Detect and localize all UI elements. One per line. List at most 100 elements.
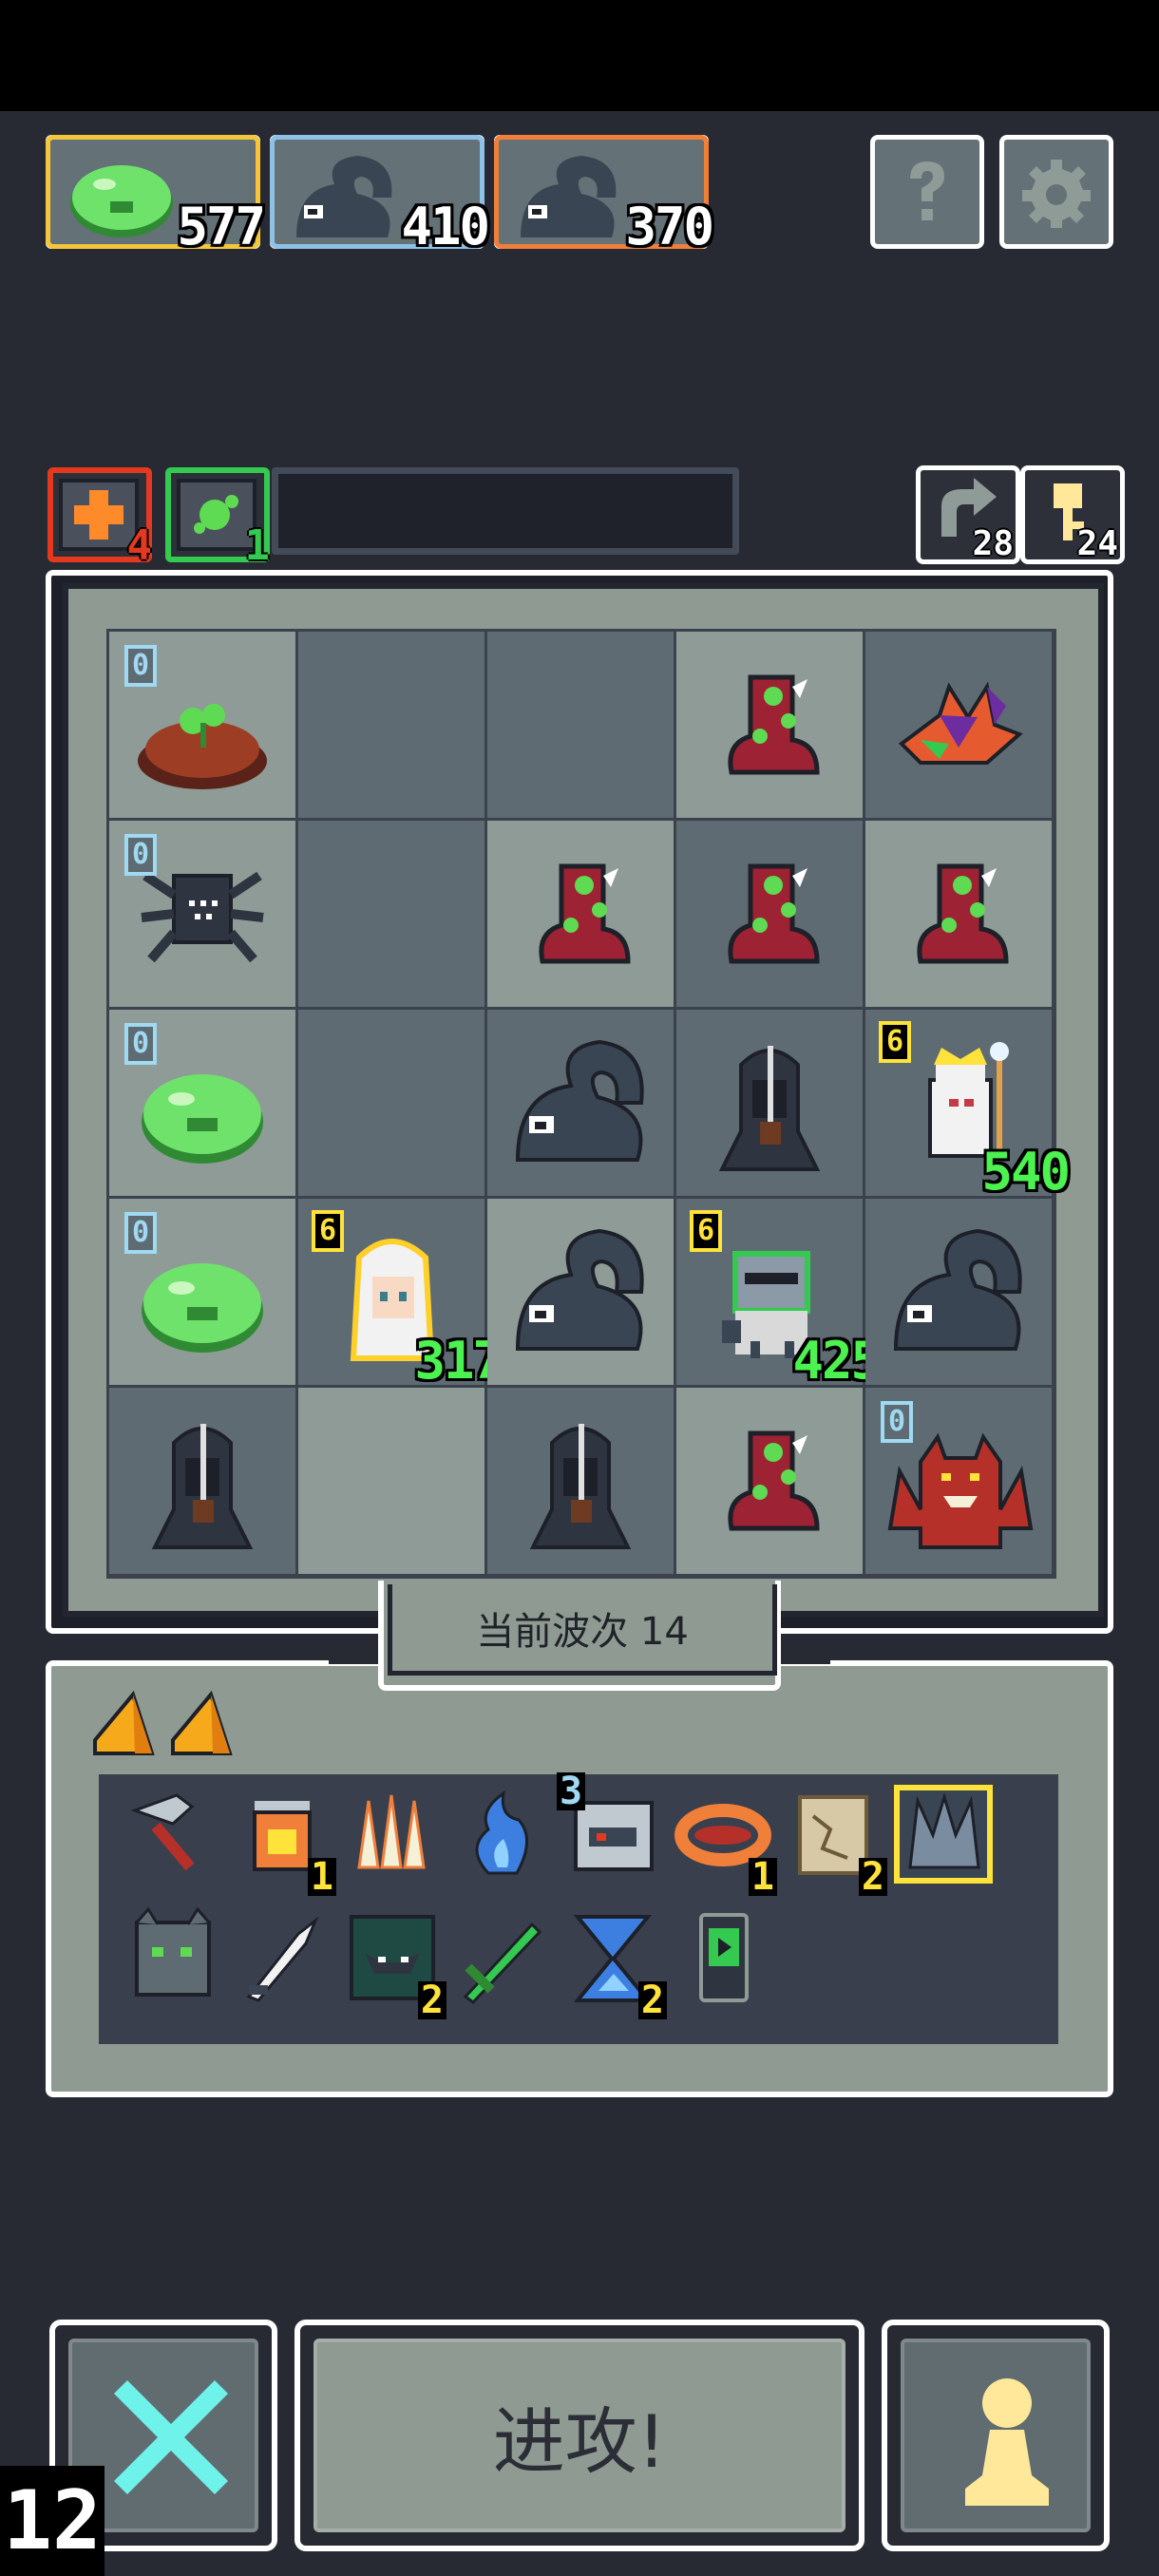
- item-quantity: 1: [307, 1858, 336, 1896]
- inventory-tab-area: [63, 1676, 334, 1778]
- close-icon: [114, 2380, 228, 2494]
- enemy-hp: 577: [177, 197, 266, 256]
- hammer-icon: [130, 1793, 195, 1871]
- board-grid: 0 0 0 6 540 0 6 317 6 425 0: [106, 629, 1071, 1579]
- inventory-item[interactable]: [891, 1782, 996, 1886]
- red-boot-icon: [728, 674, 820, 775]
- claws-icon: [357, 1794, 426, 1869]
- wave-label-overlay: 当前波次 14: [388, 1584, 777, 1676]
- board-cell[interactable]: 0: [109, 821, 295, 1007]
- attack-button[interactable]: 进攻!: [294, 2320, 864, 2551]
- hooded-worm-icon: [515, 1039, 644, 1162]
- attack-button-face: 进攻!: [314, 2339, 846, 2532]
- inventory-item[interactable]: [450, 1905, 555, 2010]
- reroll-count: 28: [972, 524, 1014, 563]
- dark-knight-icon: [529, 1424, 632, 1549]
- board-cell[interactable]: [676, 1388, 863, 1574]
- board-cell[interactable]: 6 540: [865, 1010, 1071, 1202]
- cheese-wedge-icon[interactable]: [167, 1687, 236, 1759]
- buff-mutation[interactable]: 1: [165, 467, 270, 570]
- settings-button[interactable]: [999, 135, 1113, 249]
- dagger-icon: [246, 1916, 319, 2002]
- inventory-item-list: 1 3 1 2 2 2: [99, 1772, 1058, 2044]
- board-cell[interactable]: [487, 1010, 674, 1196]
- board-cell[interactable]: [487, 821, 674, 1007]
- enemy-hp: 370: [625, 197, 714, 256]
- inventory-item[interactable]: [120, 1782, 224, 1886]
- dark-knight-icon: [718, 1046, 821, 1171]
- board-cell[interactable]: [487, 632, 674, 818]
- key-count: 24: [1076, 524, 1118, 563]
- red-boot-icon: [917, 863, 1009, 964]
- board-cell[interactable]: [676, 1010, 863, 1196]
- frame-counter: 12: [0, 2466, 104, 2576]
- enemy-card-worm-1[interactable]: 410: [270, 135, 490, 256]
- board-cell[interactable]: 0: [865, 1388, 1052, 1574]
- unit-level-badge: 0: [881, 1401, 913, 1443]
- key-counter[interactable]: 24: [1020, 465, 1125, 564]
- units-button-face: [901, 2339, 1091, 2532]
- gear-icon: [1022, 160, 1091, 228]
- inventory-item[interactable]: 1: [671, 1782, 777, 1896]
- enemy-card-worm-2[interactable]: 370: [494, 135, 714, 256]
- inventory-item[interactable]: 2: [340, 1905, 446, 2019]
- board-cell[interactable]: [298, 1388, 484, 1574]
- phone-icon: [699, 1913, 749, 2002]
- board-cell[interactable]: 0: [109, 632, 295, 818]
- item-quantity: 3: [557, 1772, 586, 1810]
- item-quantity: 2: [858, 1858, 887, 1896]
- board-cell[interactable]: [487, 1388, 674, 1574]
- unit-level-badge: 0: [124, 645, 157, 687]
- cheese-wedge-icon[interactable]: [89, 1687, 158, 1759]
- unit-level-badge: 0: [124, 1212, 157, 1254]
- board-cell[interactable]: 0: [109, 1199, 295, 1385]
- inventory-item[interactable]: [230, 1905, 334, 2010]
- board-cell[interactable]: [298, 1010, 484, 1196]
- board-cell[interactable]: [487, 1199, 674, 1385]
- board-cell[interactable]: [676, 821, 863, 1007]
- board-cell[interactable]: 6 317: [298, 1199, 504, 1391]
- board-cell[interactable]: [676, 632, 863, 818]
- inventory-item[interactable]: 1: [230, 1782, 336, 1896]
- inventory-item[interactable]: [340, 1782, 445, 1886]
- help-button[interactable]: [870, 135, 984, 249]
- hooded-worm-icon: [296, 156, 392, 237]
- unit-level-badge: 6: [879, 1021, 911, 1063]
- buff-count: 4: [126, 521, 153, 570]
- inventory-item[interactable]: 2: [560, 1905, 667, 2019]
- dark-knight-icon: [151, 1424, 254, 1549]
- item-quantity: 2: [637, 1981, 667, 2019]
- board-cell[interactable]: [865, 632, 1052, 818]
- crown-claw-icon: [894, 1785, 993, 1884]
- board-cell[interactable]: [298, 632, 484, 818]
- units-button[interactable]: [882, 2320, 1110, 2551]
- reroll-counter[interactable]: 28: [916, 465, 1020, 564]
- pawn-icon: [965, 2378, 1049, 2506]
- enemy-hp: 410: [401, 197, 490, 256]
- inventory-item[interactable]: [120, 1905, 224, 2010]
- item-quantity: 2: [417, 1981, 446, 2019]
- enemy-card-slime[interactable]: 577: [46, 135, 266, 256]
- board-cell[interactable]: [298, 821, 484, 1007]
- gargoyle-icon: [135, 1906, 211, 1997]
- slime-icon: [70, 165, 173, 237]
- inventory-item[interactable]: 2: [781, 1782, 887, 1896]
- hooded-worm-icon: [521, 156, 617, 237]
- buff-slot-bar: [272, 467, 739, 555]
- inventory-item[interactable]: [671, 1905, 775, 2010]
- leaf-crystal-icon: [898, 681, 1023, 765]
- inventory-item[interactable]: [450, 1782, 555, 1886]
- unit-level-badge: 6: [690, 1210, 722, 1252]
- red-boot-icon: [728, 863, 820, 964]
- board-cell[interactable]: [109, 1388, 295, 1574]
- board-cell[interactable]: [865, 821, 1052, 1007]
- red-boot-icon: [728, 1430, 820, 1531]
- board-cell[interactable]: 0: [109, 1010, 295, 1196]
- board-cell[interactable]: 6 425: [676, 1199, 882, 1391]
- board-cell[interactable]: [865, 1199, 1052, 1385]
- red-boot-icon: [539, 863, 631, 964]
- buff-heal[interactable]: 4: [48, 467, 152, 570]
- question-mark-icon: [910, 161, 944, 220]
- inventory-item[interactable]: 3: [557, 1772, 665, 1886]
- unit-hp: 540: [981, 1142, 1071, 1202]
